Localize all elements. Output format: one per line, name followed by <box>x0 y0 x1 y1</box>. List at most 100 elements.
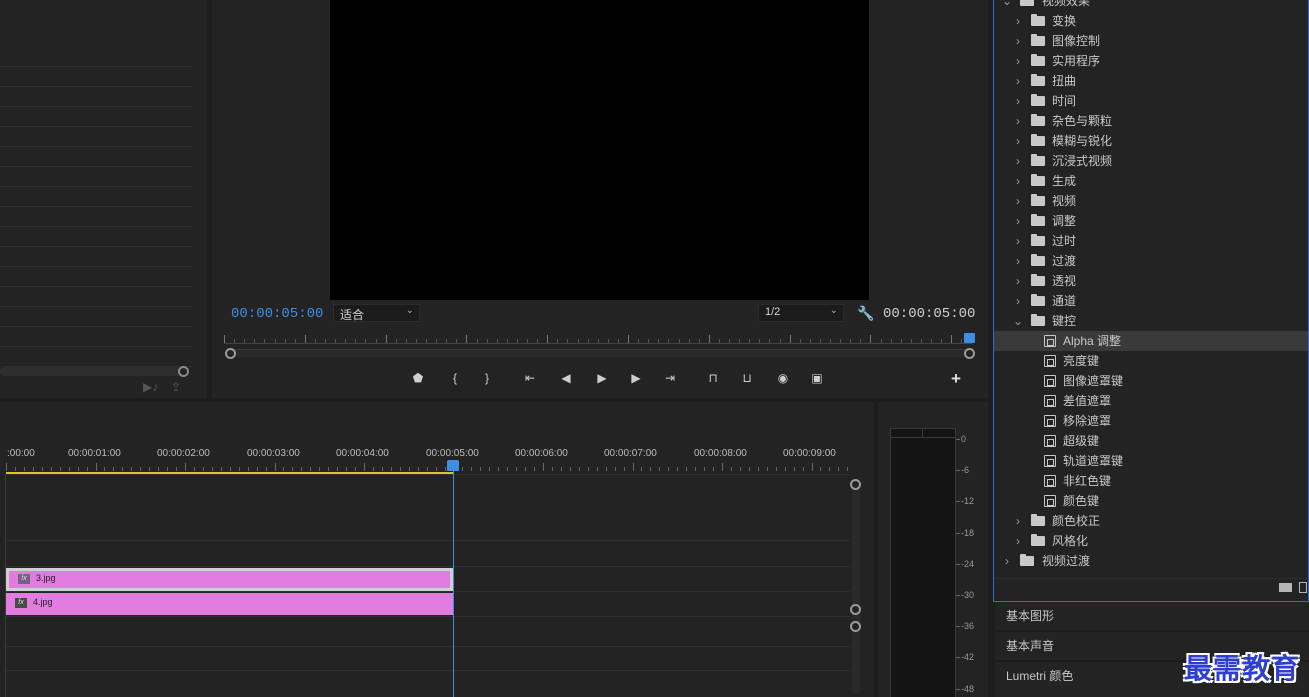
effect-item[interactable]: 亮度键 <box>994 351 1308 371</box>
vertical-zoom-handle-bottom[interactable] <box>850 604 861 615</box>
mark-in-button[interactable]: { <box>446 370 464 386</box>
effects-folder-item[interactable]: › 扭曲 <box>994 71 1308 91</box>
effect-label: 移除遮罩 <box>1063 414 1112 428</box>
play-button[interactable]: ▶ <box>593 370 611 386</box>
chevron-right-icon[interactable]: › <box>1013 111 1023 131</box>
chevron-right-icon[interactable]: › <box>1013 211 1023 231</box>
effects-folder-item[interactable]: › 变换 <box>994 11 1308 31</box>
chevron-right-icon[interactable]: › <box>1013 191 1023 211</box>
chevron-right-icon[interactable]: › <box>1013 531 1023 551</box>
clip-4-jpg[interactable]: fx 4.jpg <box>6 593 453 615</box>
add-marker-button[interactable]: ⬟ <box>409 370 427 386</box>
playhead-timecode[interactable]: 00:00:05:00 <box>231 306 323 322</box>
delete-icon[interactable] <box>1299 582 1307 593</box>
audio-zoom-handle-top[interactable] <box>850 621 861 632</box>
chevron-right-icon[interactable]: › <box>1013 171 1023 191</box>
chevron-right-icon[interactable]: › <box>1013 231 1023 251</box>
essential-graphics-panel[interactable]: 基本图形 <box>995 602 1309 630</box>
ruler-tick <box>274 339 276 343</box>
effect-item[interactable]: 颜色键 <box>994 491 1308 511</box>
chevron-right-icon[interactable]: › <box>1013 131 1023 151</box>
new-custom-bin-icon[interactable] <box>1279 583 1292 592</box>
zoom-level-select[interactable]: 适合 ⌄ <box>333 304 420 322</box>
effects-folder-item[interactable]: › 沉浸式视频 <box>994 151 1308 171</box>
chevron-right-icon[interactable]: › <box>1013 51 1023 71</box>
button-editor-add-icon[interactable]: + <box>951 369 961 389</box>
effects-folder-item[interactable]: › 通道 <box>994 291 1308 311</box>
ruler-tick <box>50 467 52 471</box>
ruler-tick <box>708 335 710 343</box>
chevron-right-icon[interactable]: › <box>1013 11 1023 31</box>
chevron-right-icon[interactable]: › <box>1013 291 1023 311</box>
ruler-tick <box>372 467 374 471</box>
ruler-tick <box>32 467 34 471</box>
effects-folder-item[interactable]: ⌄ 视频效果 <box>994 0 1308 11</box>
chevron-right-icon[interactable]: › <box>1013 151 1023 171</box>
time-ruler[interactable] <box>6 462 849 471</box>
effects-folder-item[interactable]: › 图像控制 <box>994 31 1308 51</box>
go-to-out-button[interactable]: ⇥ <box>661 370 679 386</box>
effects-folder-item[interactable]: › 颜色校正 <box>994 511 1308 531</box>
duration-timecode: 00:00:05:00 <box>883 306 976 322</box>
chevron-right-icon[interactable]: › <box>1013 511 1023 531</box>
effect-label: 扭曲 <box>1052 74 1077 88</box>
vertical-zoom-handle-top[interactable] <box>850 479 861 490</box>
chevron-right-icon[interactable]: › <box>1013 91 1023 111</box>
monitor-playhead[interactable] <box>964 333 975 343</box>
monitor-zoom-handle-left[interactable] <box>225 348 236 359</box>
monitor-zoom-handle-right[interactable] <box>964 348 975 359</box>
chevron-down-icon[interactable]: ⌄ <box>1013 311 1023 331</box>
clip-3-jpg[interactable]: fx 3.jpg <box>6 568 453 591</box>
project-scrollbar[interactable] <box>0 367 188 376</box>
extract-button[interactable]: ⊔ <box>738 370 756 386</box>
effects-folder-item[interactable]: › 过渡 <box>994 251 1308 271</box>
effects-folder-item[interactable]: › 过时 <box>994 231 1308 251</box>
step-back-button[interactable]: ◀ <box>557 370 575 386</box>
effects-folder-item[interactable]: › 实用程序 <box>994 51 1308 71</box>
timeline-vertical-scrollbar[interactable] <box>852 484 860 694</box>
chevron-right-icon[interactable]: › <box>1013 71 1023 91</box>
automate-to-sequence-icon[interactable]: ▶♪ <box>143 380 158 394</box>
monitor-time-ruler[interactable] <box>224 334 973 344</box>
effects-folder-item[interactable]: › 调整 <box>994 211 1308 231</box>
effects-folder-item[interactable]: › 时间 <box>994 91 1308 111</box>
ruler-tick <box>525 467 527 471</box>
effect-item[interactable]: Alpha 调整 <box>994 331 1308 351</box>
effects-folder-item[interactable]: › 杂色与颗粒 <box>994 111 1308 131</box>
effects-folder-item[interactable]: › 视频过渡 <box>994 551 1308 571</box>
effects-folder-item[interactable]: › 视频 <box>994 191 1308 211</box>
find-icon[interactable]: ⇪ <box>171 380 181 394</box>
project-zoom-handle[interactable] <box>178 366 189 377</box>
chevron-right-icon[interactable]: › <box>1013 31 1023 51</box>
mark-out-button[interactable]: } <box>478 370 496 386</box>
effect-item[interactable]: 图像遮罩键 <box>994 371 1308 391</box>
effects-folder-item[interactable]: › 风格化 <box>994 531 1308 551</box>
chevron-down-icon[interactable]: ⌄ <box>1002 0 1012 11</box>
monitor-zoom-scrollbar[interactable] <box>226 349 974 357</box>
chevron-right-icon[interactable]: › <box>1002 551 1012 571</box>
effect-item[interactable]: 超级键 <box>994 431 1308 451</box>
effects-folder-item[interactable]: ⌄ 键控 <box>994 311 1308 331</box>
export-frame-button[interactable]: ◉ <box>774 370 792 386</box>
chevron-right-icon[interactable]: › <box>1013 251 1023 271</box>
lift-button[interactable]: ⊓ <box>704 370 722 386</box>
chevron-right-icon[interactable]: › <box>1013 271 1023 291</box>
settings-wrench-icon[interactable]: 🔧 <box>857 305 874 322</box>
effect-item[interactable]: 轨道遮罩键 <box>994 451 1308 471</box>
ruler-tick <box>304 335 306 343</box>
ruler-tick <box>122 467 124 471</box>
step-forward-button[interactable]: ▶ <box>627 370 645 386</box>
effects-folder-item[interactable]: › 模糊与锐化 <box>994 131 1308 151</box>
go-to-in-button[interactable]: ⇤ <box>521 370 539 386</box>
meter-tick <box>956 470 960 472</box>
compare-view-button[interactable]: ▣ <box>808 370 826 386</box>
effects-folder-item[interactable]: › 生成 <box>994 171 1308 191</box>
effect-item[interactable]: 移除遮罩 <box>994 411 1308 431</box>
playback-resolution-select[interactable]: 1/2 ⌄ <box>758 304 844 322</box>
ruler-tick <box>355 339 357 343</box>
effect-item[interactable]: 非红色键 <box>994 471 1308 491</box>
project-row-divider <box>0 146 192 147</box>
project-row-divider <box>0 66 192 67</box>
effect-item[interactable]: 差值遮罩 <box>994 391 1308 411</box>
effects-folder-item[interactable]: › 透视 <box>994 271 1308 291</box>
